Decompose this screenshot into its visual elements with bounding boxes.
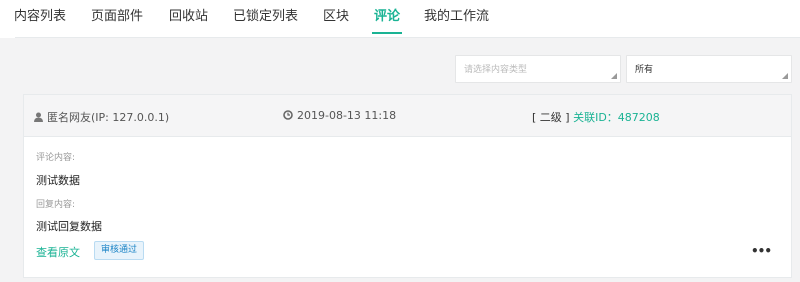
select-resize-icon [782, 73, 788, 79]
view-original-link[interactable]: 查看原文 [36, 244, 80, 260]
status-select-value: 所有 [635, 65, 654, 75]
tab-comments[interactable]: 评论 [371, 5, 403, 34]
comment-content-label: 评论内容: [36, 153, 76, 163]
comment-level: [ 二级 ] [532, 111, 570, 124]
tab-recycle-bin[interactable]: 回收站 [169, 5, 208, 33]
more-icon[interactable]: ••• [751, 244, 772, 258]
tab-bar: 内容列表 页面部件 回收站 已锁定列表 区块 评论 我的工作流 [0, 0, 800, 38]
reply-content-label: 回复内容: [36, 200, 76, 210]
time-text: 2019-08-13 11:18 [297, 109, 397, 122]
comment-relation: [ 二级 ] 关联ID：487208 [532, 109, 660, 125]
content-type-select[interactable]: 请选择内容类型 [455, 55, 621, 83]
tab-my-workflow[interactable]: 我的工作流 [424, 5, 489, 33]
comment-card: 匿名网友(IP: 127.0.0.1) 2019-08-13 11:18 [ 二… [23, 94, 792, 278]
clock-icon [283, 110, 293, 120]
tab-locked-list[interactable]: 已锁定列表 [233, 5, 298, 33]
comment-author: 匿名网友(IP: 127.0.0.1) [34, 109, 169, 125]
tab-blocks[interactable]: 区块 [323, 5, 349, 33]
reply-content: 测试回复数据 [36, 220, 102, 233]
author-text: 匿名网友(IP: 127.0.0.1) [47, 111, 170, 124]
select-resize-icon [611, 73, 617, 79]
tabs-divider [15, 37, 800, 38]
user-icon [34, 112, 43, 122]
tab-content-list[interactable]: 内容列表 [14, 5, 66, 33]
status-badge: 审核通过 [94, 241, 145, 260]
tab-page-widgets[interactable]: 页面部件 [91, 5, 143, 33]
status-select[interactable]: 所有 [626, 55, 792, 83]
comment-card-header: 匿名网友(IP: 127.0.0.1) 2019-08-13 11:18 [ 二… [24, 95, 791, 137]
relation-id: 关联ID：487208 [573, 111, 660, 124]
comment-time: 2019-08-13 11:18 [283, 109, 396, 122]
comment-content: 测试数据 [36, 174, 80, 187]
content-type-placeholder: 请选择内容类型 [464, 65, 528, 75]
